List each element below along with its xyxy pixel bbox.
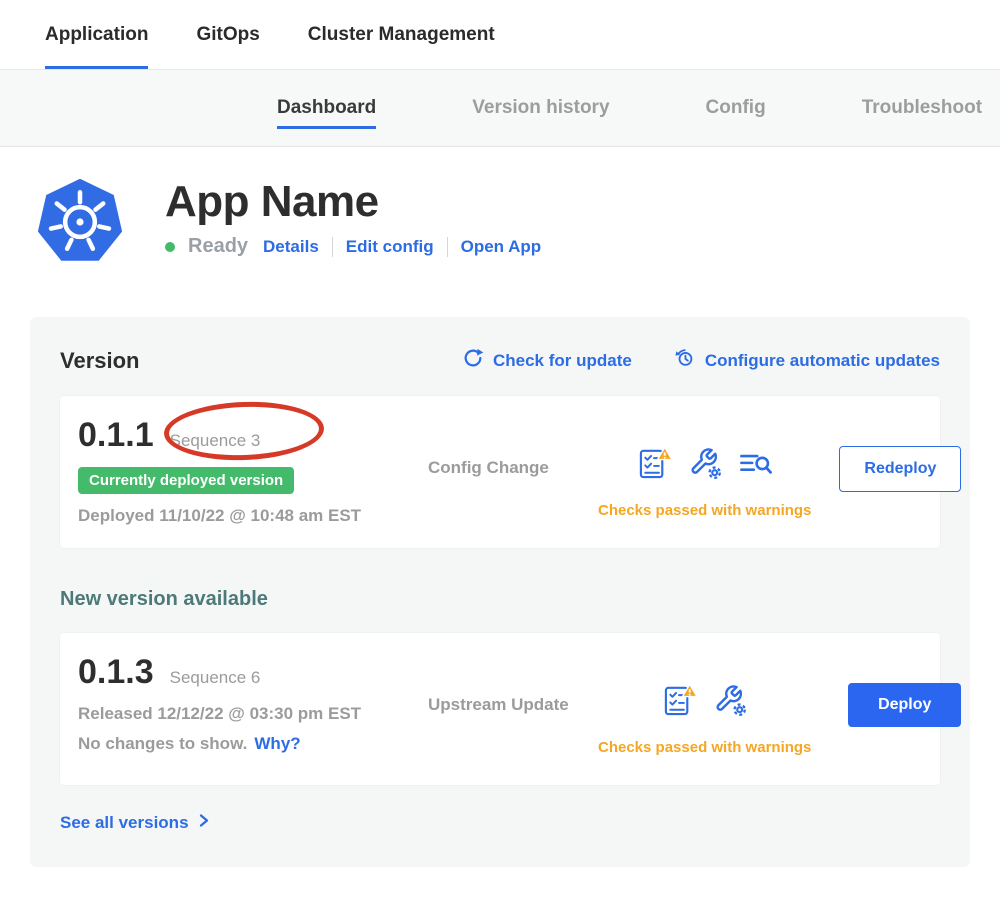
- version-panel-header: Version Check for update: [60, 347, 940, 374]
- wrench-gear-icon[interactable]: [689, 447, 722, 485]
- currently-deployed-badge: Currently deployed version: [78, 467, 294, 494]
- no-changes-text: No changes to show.: [78, 734, 247, 754]
- page-title: App Name: [165, 177, 541, 227]
- why-link[interactable]: Why?: [254, 734, 300, 754]
- current-check-icons: [637, 446, 773, 486]
- file-search-icon[interactable]: [738, 449, 773, 484]
- sub-nav: Dashboard Version history Config Trouble…: [0, 70, 1000, 147]
- scheduled-update-icon: [674, 347, 696, 374]
- new-checks-column: Checks passed with warnings: [598, 647, 811, 765]
- checklist-warning-icon[interactable]: [637, 446, 673, 486]
- current-checks-status: Checks passed with warnings: [598, 502, 811, 519]
- open-app-link[interactable]: Open App: [461, 237, 542, 257]
- subnav-tab-dashboard[interactable]: Dashboard: [277, 87, 376, 129]
- divider: [332, 237, 333, 257]
- new-change-type: Upstream Update: [408, 647, 598, 765]
- new-check-icons: [662, 683, 747, 723]
- deployed-timestamp: Deployed 11/10/22 @ 10:48 am EST: [78, 506, 408, 526]
- check-for-update-link[interactable]: Check for update: [462, 347, 632, 374]
- version-actions: Check for update Configure automatic upd…: [462, 347, 940, 374]
- app-status-row: Ready Details Edit config Open App: [165, 235, 541, 258]
- see-all-versions-label: See all versions: [60, 813, 189, 833]
- new-version-number: 0.1.3: [78, 653, 154, 692]
- new-version-info: 0.1.3 Sequence 6 Released 12/12/22 @ 03:…: [78, 647, 408, 765]
- current-version-number: 0.1.1: [78, 416, 154, 455]
- tab-gitops[interactable]: GitOps: [196, 0, 259, 69]
- current-version-sequence: Sequence 3: [170, 431, 261, 451]
- check-for-update-label: Check for update: [493, 351, 632, 371]
- subnav-tab-config[interactable]: Config: [706, 87, 766, 129]
- new-version-sequence: Sequence 6: [170, 668, 261, 688]
- deploy-button[interactable]: Deploy: [848, 683, 961, 727]
- current-change-type: Config Change: [408, 410, 598, 528]
- current-action-column: Redeploy: [811, 410, 961, 528]
- redeploy-button[interactable]: Redeploy: [839, 446, 961, 492]
- see-all-versions-link[interactable]: See all versions: [60, 813, 211, 833]
- subnav-tab-version-history[interactable]: Version history: [472, 87, 609, 129]
- refresh-icon: [462, 347, 484, 374]
- status-text: Ready: [188, 235, 248, 258]
- divider: [447, 237, 448, 257]
- configure-auto-updates-label: Configure automatic updates: [705, 351, 940, 371]
- edit-config-link[interactable]: Edit config: [346, 237, 434, 257]
- wrench-gear-icon[interactable]: [714, 684, 747, 722]
- new-version-row: 0.1.3 Sequence 6: [78, 653, 408, 692]
- new-checks-status: Checks passed with warnings: [598, 739, 811, 756]
- app-header: App Name Ready Details Edit config Open …: [0, 147, 1000, 267]
- tab-cluster-management[interactable]: Cluster Management: [308, 0, 495, 69]
- tab-application[interactable]: Application: [45, 0, 148, 69]
- new-version-card: 0.1.3 Sequence 6 Released 12/12/22 @ 03:…: [60, 633, 940, 785]
- top-nav: Application GitOps Cluster Management: [0, 0, 1000, 70]
- new-version-heading: New version available: [60, 588, 940, 611]
- current-version-row: 0.1.1 Sequence 3: [78, 416, 408, 455]
- status-dot: [165, 242, 175, 252]
- subnav-tab-troubleshoot[interactable]: Troubleshoot: [862, 87, 982, 129]
- version-panel: Version Check for update: [30, 317, 970, 867]
- current-checks-column: Checks passed with warnings: [598, 410, 811, 528]
- details-link[interactable]: Details: [263, 237, 319, 257]
- current-version-info: 0.1.1 Sequence 3 Currently deployed vers…: [78, 410, 408, 528]
- kubernetes-logo-icon: [35, 177, 125, 267]
- configure-auto-updates-link[interactable]: Configure automatic updates: [674, 347, 940, 374]
- version-heading: Version: [60, 348, 139, 374]
- chevron-right-icon: [197, 813, 211, 833]
- current-version-card: 0.1.1 Sequence 3 Currently deployed vers…: [60, 396, 940, 548]
- new-action-column: Deploy: [811, 647, 961, 765]
- released-timestamp: Released 12/12/22 @ 03:30 pm EST: [78, 704, 408, 724]
- checklist-warning-icon[interactable]: [662, 683, 698, 723]
